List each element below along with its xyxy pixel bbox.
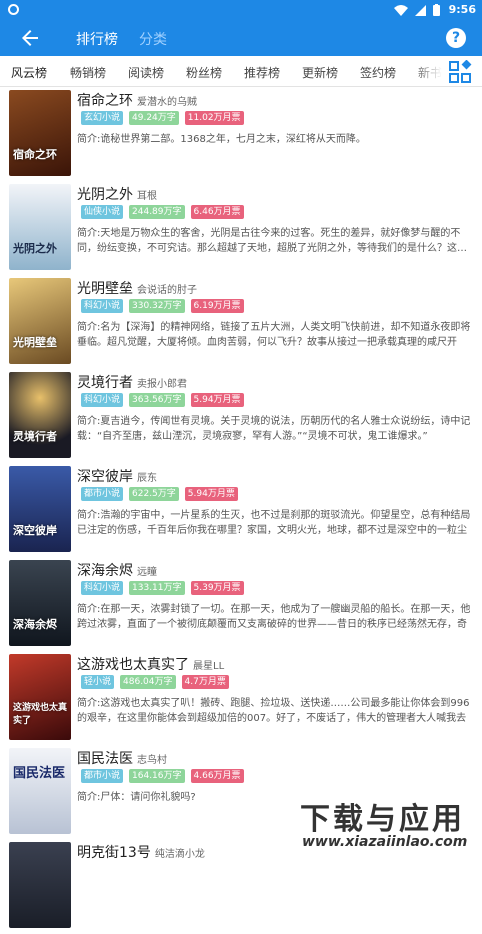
book-cover: 灵境行者 bbox=[9, 372, 71, 458]
book-cover: 宿命之环 bbox=[9, 90, 71, 176]
book-cover: 这游戏也太真实了 bbox=[9, 654, 71, 740]
genre-tag: 轻小说 bbox=[81, 675, 115, 689]
book-title: 深空彼岸 辰东 bbox=[77, 469, 157, 485]
book-cover: 深海余烬 bbox=[9, 560, 71, 646]
status-bar: 9:56 bbox=[0, 0, 482, 20]
back-arrow-icon[interactable] bbox=[18, 26, 42, 50]
watermark-url: www.xiazaiinlao.com bbox=[302, 834, 468, 850]
site-watermark: 下载与应用 www.xiazaiinlao.com bbox=[290, 790, 480, 858]
book-title: 这游戏也太真实了 晨星LL bbox=[77, 657, 225, 673]
word-count-tag: 164.16万字 bbox=[129, 769, 185, 783]
category-qianyue[interactable]: 签约榜 bbox=[360, 64, 396, 81]
word-count-tag: 363.56万字 bbox=[129, 393, 185, 407]
genre-tag: 玄幻小说 bbox=[81, 111, 124, 125]
book-title: 灵境行者 卖报小郎君 bbox=[77, 375, 187, 391]
category-fensi[interactable]: 粉丝榜 bbox=[186, 64, 222, 81]
tab-category[interactable]: 分类 bbox=[139, 29, 167, 49]
ranking-category-bar: 风云榜 畅销榜 阅读榜 粉丝榜 推荐榜 更新榜 签约榜 新书 bbox=[0, 56, 482, 87]
help-icon[interactable]: ? bbox=[446, 28, 466, 48]
category-grid-icon[interactable] bbox=[448, 60, 472, 84]
book-title: 光阴之外 耳根 bbox=[77, 187, 157, 203]
app-notification-icon bbox=[8, 4, 19, 15]
word-count-tag: 486.04万字 bbox=[120, 675, 176, 689]
book-author: 志鸟村 bbox=[137, 755, 167, 766]
book-author: 会说话的肘子 bbox=[137, 285, 197, 296]
book-summary: 简介:这游戏也太真实了叭！搬砖、跑腿、捡垃圾、送快递……公司最多能让你体会到99… bbox=[77, 698, 470, 724]
monthly-votes-tag: 11.02万月票 bbox=[184, 111, 244, 125]
book-author: 远瞳 bbox=[137, 567, 157, 578]
book-summary: 简介:夏吉逍今，传闻世有灵境。关于灵境的说法，历朝历代的名人雅士众说纷纭，诗中记… bbox=[77, 416, 471, 442]
book-item[interactable]: 光明壁垒 光明壁垒 会说话的肘子 科幻小说 330.32万字 6.19万月票 简介:名… bbox=[0, 276, 482, 370]
word-count-tag: 49.24万字 bbox=[129, 111, 179, 125]
book-cover bbox=[9, 842, 71, 928]
category-gengxin[interactable]: 更新榜 bbox=[302, 64, 338, 81]
wifi-icon bbox=[394, 4, 408, 16]
genre-tag: 都市小说 bbox=[81, 769, 124, 783]
genre-tag: 科幻小说 bbox=[81, 299, 124, 313]
monthly-votes-tag: 6.46万月票 bbox=[190, 205, 244, 219]
book-title: 宿命之环 爱潜水的乌贼 bbox=[77, 93, 197, 109]
book-summary: 简介:在那一天，浓雾封锁了一切。在那一天，他成为了一艘幽灵船的船长。在那一天，他… bbox=[77, 604, 471, 630]
book-cover: 国民法医 bbox=[9, 748, 71, 834]
monthly-votes-tag: 5.94万月票 bbox=[190, 393, 244, 407]
app-bar: 排行榜 分类 ? bbox=[0, 20, 482, 56]
book-title: 光明壁垒 会说话的肘子 bbox=[77, 281, 197, 297]
category-tuijian[interactable]: 推荐榜 bbox=[244, 64, 280, 81]
word-count-tag: 244.89万字 bbox=[129, 205, 185, 219]
genre-tag: 科幻小说 bbox=[81, 393, 124, 407]
book-author: 耳根 bbox=[137, 191, 157, 202]
book-author: 卖报小郎君 bbox=[137, 379, 187, 390]
book-title: 国民法医 志鸟村 bbox=[77, 751, 167, 767]
monthly-votes-tag: 5.94万月票 bbox=[184, 487, 238, 501]
book-author: 晨星LL bbox=[193, 661, 225, 672]
book-item[interactable]: 深空彼岸 深空彼岸 辰东 都市小说 622.5万字 5.94万月票 简介:浩瀚的宇宙中… bbox=[0, 464, 482, 558]
watermark-brand: 下载与应用 bbox=[300, 802, 465, 837]
book-item[interactable]: 灵境行者 灵境行者 卖报小郎君 科幻小说 363.56万字 5.94万月票 简介:夏吉… bbox=[0, 370, 482, 464]
book-title: 深海余烬 远瞳 bbox=[77, 563, 157, 579]
book-summary: 简介:名为【深海】的精神网络，链接了五片大洲，人类文明飞快前进，却不知道永夜即将… bbox=[77, 322, 471, 348]
word-count-tag: 330.32万字 bbox=[129, 299, 185, 313]
category-fade bbox=[412, 56, 442, 86]
battery-icon bbox=[433, 4, 440, 16]
monthly-votes-tag: 4.7万月票 bbox=[181, 675, 229, 689]
book-summary: 简介:天地是万物众生的客舍，光阴是古往今来的过客。死生的差异，就好像梦与醒的不同… bbox=[77, 228, 467, 254]
monthly-votes-tag: 4.66万月票 bbox=[190, 769, 244, 783]
tab-ranking[interactable]: 排行榜 bbox=[76, 29, 118, 49]
monthly-votes-tag: 5.39万月票 bbox=[190, 581, 244, 595]
category-changxiao[interactable]: 畅销榜 bbox=[70, 64, 106, 81]
book-item[interactable]: 光阴之外 光阴之外 耳根 仙侠小说 244.89万字 6.46万月票 简介:天地是万物… bbox=[0, 182, 482, 276]
signal-icon bbox=[415, 4, 426, 16]
category-fengyun[interactable]: 风云榜 bbox=[11, 64, 47, 81]
book-author: 爱潜水的乌贼 bbox=[137, 97, 197, 108]
word-count-tag: 622.5万字 bbox=[129, 487, 179, 501]
book-cover: 深空彼岸 bbox=[9, 466, 71, 552]
word-count-tag: 133.11万字 bbox=[129, 581, 185, 595]
book-cover: 光阴之外 bbox=[9, 184, 71, 270]
system-icons bbox=[394, 4, 440, 16]
book-item[interactable]: 宿命之环 宿命之环 爱潜水的乌贼 玄幻小说 49.24万字 11.02万月票 简介:诡… bbox=[0, 88, 482, 182]
book-summary: 简介:浩瀚的宇宙中，一片星系的生灭，也不过是刹那的斑驳流光。仰望星空，总有种结局… bbox=[77, 510, 471, 536]
book-item[interactable]: 这游戏也太真实了 这游戏也太真实了 晨星LL 轻小说 486.04万字 4.7万月票 … bbox=[0, 652, 482, 746]
book-summary: 简介:诡秘世界第二部。1368之年，七月之末，深红将从天而降。 bbox=[77, 134, 366, 145]
genre-tag: 都市小说 bbox=[81, 487, 124, 501]
book-cover: 光明壁垒 bbox=[9, 278, 71, 364]
book-title: 明克街13号 纯洁滴小龙 bbox=[77, 845, 205, 861]
genre-tag: 仙侠小说 bbox=[81, 205, 124, 219]
book-author: 纯洁滴小龙 bbox=[154, 849, 205, 860]
genre-tag: 科幻小说 bbox=[81, 581, 124, 595]
book-item[interactable]: 深海余烬 深海余烬 远瞳 科幻小说 133.11万字 5.39万月票 简介:在那一天，… bbox=[0, 558, 482, 652]
book-author: 辰东 bbox=[137, 473, 157, 484]
category-yuedu[interactable]: 阅读榜 bbox=[128, 64, 164, 81]
status-time: 9:56 bbox=[448, 3, 476, 16]
monthly-votes-tag: 6.19万月票 bbox=[190, 299, 244, 313]
